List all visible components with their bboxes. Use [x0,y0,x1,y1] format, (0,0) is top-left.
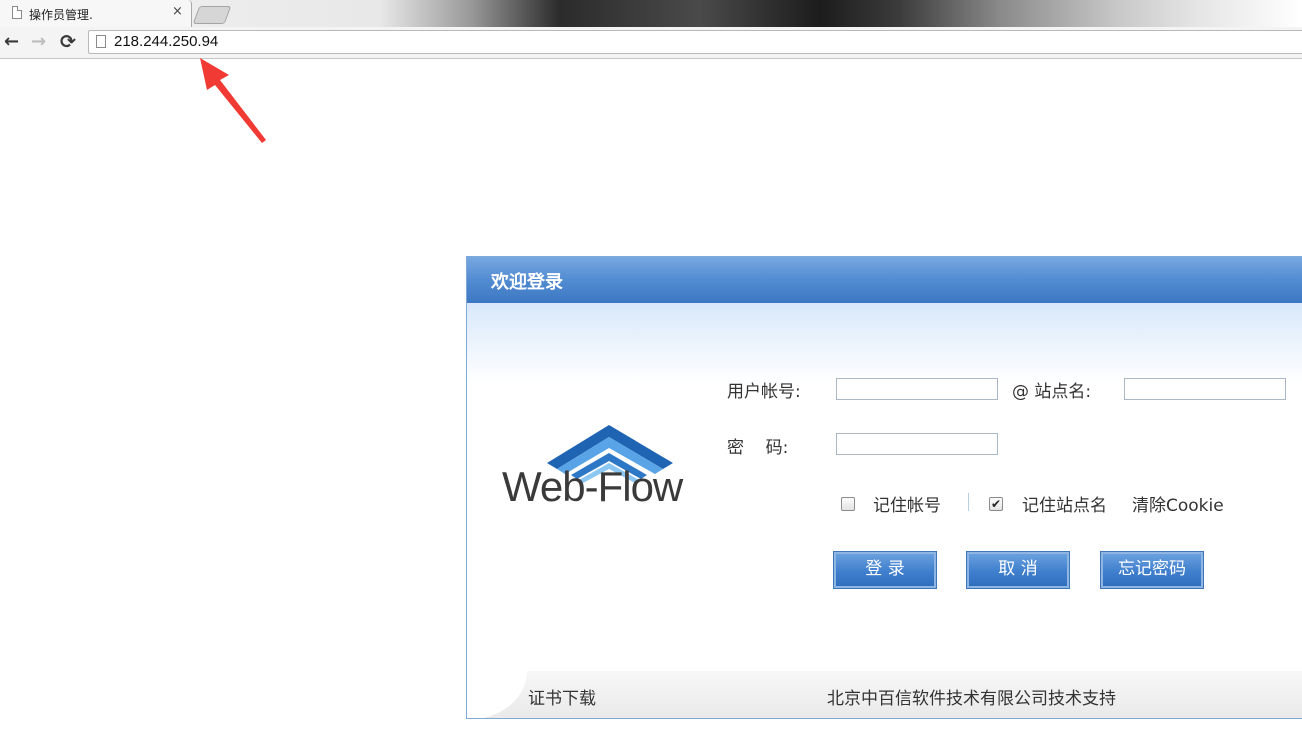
header-glow [467,303,1302,383]
page-icon [12,6,22,19]
reload-icon[interactable]: ⟳ [60,32,76,52]
red-arrow-annotation [200,58,266,143]
tab-strip: 操作员管理. × [0,0,1302,27]
password-input[interactable] [836,433,998,455]
password-label: 密 码: [727,438,789,458]
cert-download-link[interactable]: 证书下载 [528,684,596,709]
footer-curve [467,671,527,718]
divider [968,493,969,511]
credit-text: 北京中百信软件技术有限公司技术支持 [827,689,1116,709]
back-arrow-icon[interactable]: ← [4,32,19,52]
web-flow-logo: Web-Flow [497,423,717,523]
remember-site-label: 记住站点名 [1022,496,1107,516]
new-tab-button[interactable] [192,6,232,24]
site-label: @ 站点名: [1012,382,1092,402]
remember-account-checkbox[interactable] [841,497,855,511]
remember-site-checkbox[interactable]: ✔ [989,497,1003,511]
account-input[interactable] [836,378,998,400]
clear-cookie-link[interactable]: 清除Cookie [1132,491,1224,516]
browser-tab[interactable]: 操作员管理. × [0,0,192,27]
account-label: 用户帐号: [727,382,801,402]
address-bar[interactable]: 218.244.250.94 [88,30,1302,54]
login-panel: 欢迎登录 Web-Flow 用户帐号: @ 站点名: 密 码: 记住帐号 ✔ 记… [466,256,1302,719]
forward-arrow-icon[interactable]: → [31,32,46,52]
logo-text: Web-Flow [502,463,683,510]
url-text[interactable]: 218.244.250.94 [114,33,218,50]
login-button[interactable]: 登 录 [833,551,937,589]
panel-footer: 证书下载 北京中百信软件技术有限公司技术支持 [467,671,1302,718]
forgot-password-button[interactable]: 忘记密码 [1100,551,1204,589]
panel-header: 欢迎登录 [467,257,1302,303]
panel-title: 欢迎登录 [491,272,563,293]
remember-account-label: 记住帐号 [873,496,941,516]
tab-title: 操作员管理. [29,8,93,22]
close-tab-icon[interactable]: × [172,4,183,19]
cancel-button[interactable]: 取 消 [966,551,1070,589]
page-icon [96,35,106,48]
site-input[interactable] [1124,378,1286,400]
